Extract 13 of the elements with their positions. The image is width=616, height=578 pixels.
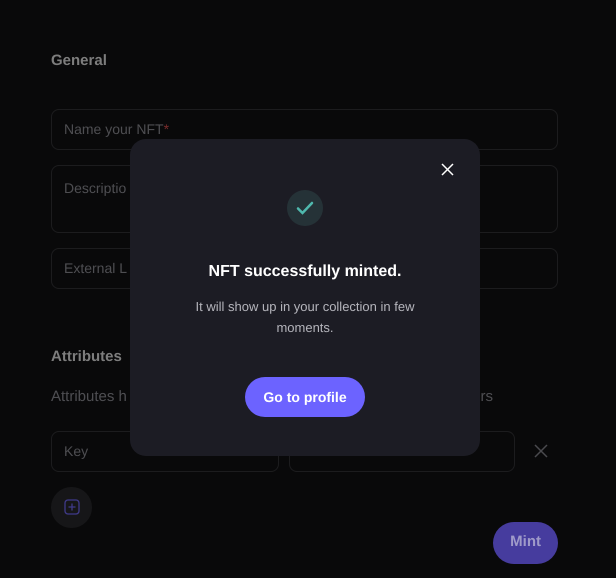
dialog-title: NFT successfully minted. bbox=[208, 262, 402, 282]
close-icon bbox=[441, 163, 454, 176]
check-icon bbox=[287, 190, 323, 226]
hint-text: rs bbox=[480, 387, 493, 407]
add-button[interactable] bbox=[51, 486, 92, 528]
close-icon[interactable] bbox=[534, 444, 548, 458]
hint-text: Attributes h bbox=[51, 387, 127, 407]
go-to-profile-button[interactable]: Go to profile bbox=[245, 377, 365, 417]
section-heading: Attributes bbox=[51, 346, 122, 366]
mint-button[interactable]: Mint bbox=[493, 522, 558, 564]
plus-icon bbox=[64, 499, 80, 515]
dialog-message: It will show up in your collection in few moments. bbox=[194, 298, 416, 337]
section-heading: General bbox=[51, 51, 107, 71]
